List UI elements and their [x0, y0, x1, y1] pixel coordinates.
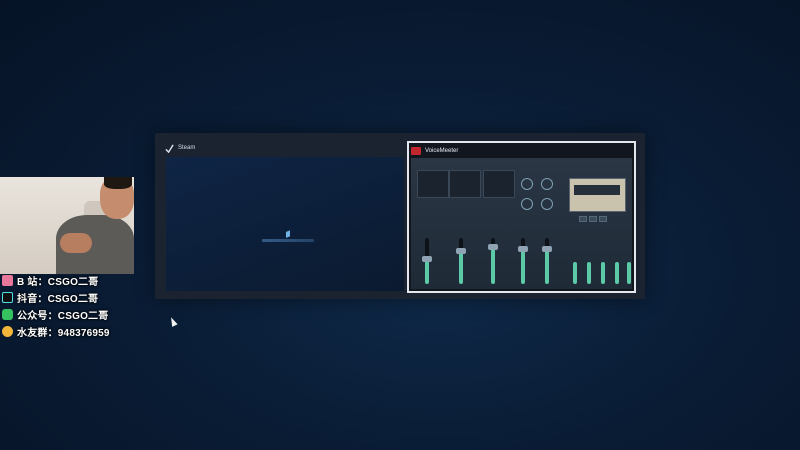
- bus-fader-level: [601, 262, 605, 284]
- knob-icon: [521, 178, 533, 190]
- fader-handle: [422, 256, 432, 262]
- fader-handle: [518, 246, 528, 252]
- fader-level: [545, 248, 549, 284]
- social-row-bilibili: B 站：CSGO二哥: [0, 272, 110, 289]
- bus-fader-level: [627, 262, 631, 284]
- fader-handle: [456, 248, 466, 254]
- fader-level: [459, 250, 463, 284]
- social-text: B 站：CSGO二哥: [17, 277, 99, 288]
- steam-loading-bar: [262, 239, 314, 242]
- social-row-qq-group: 水友群：948376959: [0, 323, 110, 340]
- window-thumbnail-voicemeeter[interactable]: VoiceMeeter: [407, 141, 636, 293]
- streamer-hair: [104, 177, 132, 189]
- steam-window-title: Steam: [178, 145, 196, 151]
- mouse-cursor-icon: [168, 316, 178, 327]
- douyin-icon: [2, 292, 13, 303]
- social-row-douyin: 抖音：CSGO二哥: [0, 289, 110, 306]
- knob-icon: [521, 198, 533, 210]
- social-row-wechat: 公众号：CSGO二哥: [0, 306, 110, 323]
- window-thumbnail-steam[interactable]: Steam: [162, 141, 404, 291]
- steam-icon: [165, 144, 174, 153]
- steam-loading-icon: [286, 228, 296, 238]
- voicemeeter-preview: [411, 158, 632, 289]
- knob-icon: [541, 198, 553, 210]
- knob-icon: [541, 178, 553, 190]
- fader-level: [521, 248, 525, 284]
- input-strip-2: [449, 170, 481, 198]
- cassette-display: [569, 178, 626, 212]
- social-text: 公众号：CSGO二哥: [17, 311, 109, 322]
- steam-preview: [166, 157, 404, 291]
- input-strip-1: [417, 170, 449, 198]
- fader-handle: [542, 246, 552, 252]
- fader-handle: [488, 244, 498, 250]
- voicemeeter-window-title: VoiceMeeter: [425, 148, 459, 154]
- voicemeeter-icon: [411, 147, 421, 155]
- bus-fader-level: [615, 262, 619, 284]
- cassette-window: [574, 185, 620, 195]
- qq-group-icon: [2, 326, 13, 337]
- fader-level: [491, 246, 495, 284]
- webcam-overlay: [0, 177, 134, 274]
- streamer-arm: [60, 233, 92, 253]
- bilibili-icon: [2, 275, 13, 286]
- wechat-icon: [2, 309, 13, 320]
- steam-thumbnail-title: Steam: [162, 141, 404, 155]
- play-button: [589, 216, 597, 222]
- social-text: 水友群：948376959: [17, 328, 110, 339]
- voicemeeter-thumbnail-title: VoiceMeeter: [411, 145, 632, 157]
- stop-button: [599, 216, 607, 222]
- input-strip-3: [483, 170, 515, 198]
- social-text: 抖音：CSGO二哥: [17, 294, 99, 305]
- social-links-overlay: B 站：CSGO二哥 抖音：CSGO二哥 公众号：CSGO二哥 水友群：9483…: [0, 272, 110, 340]
- bus-fader-level: [587, 262, 591, 284]
- bus-fader-level: [573, 262, 577, 284]
- rewind-button: [579, 216, 587, 222]
